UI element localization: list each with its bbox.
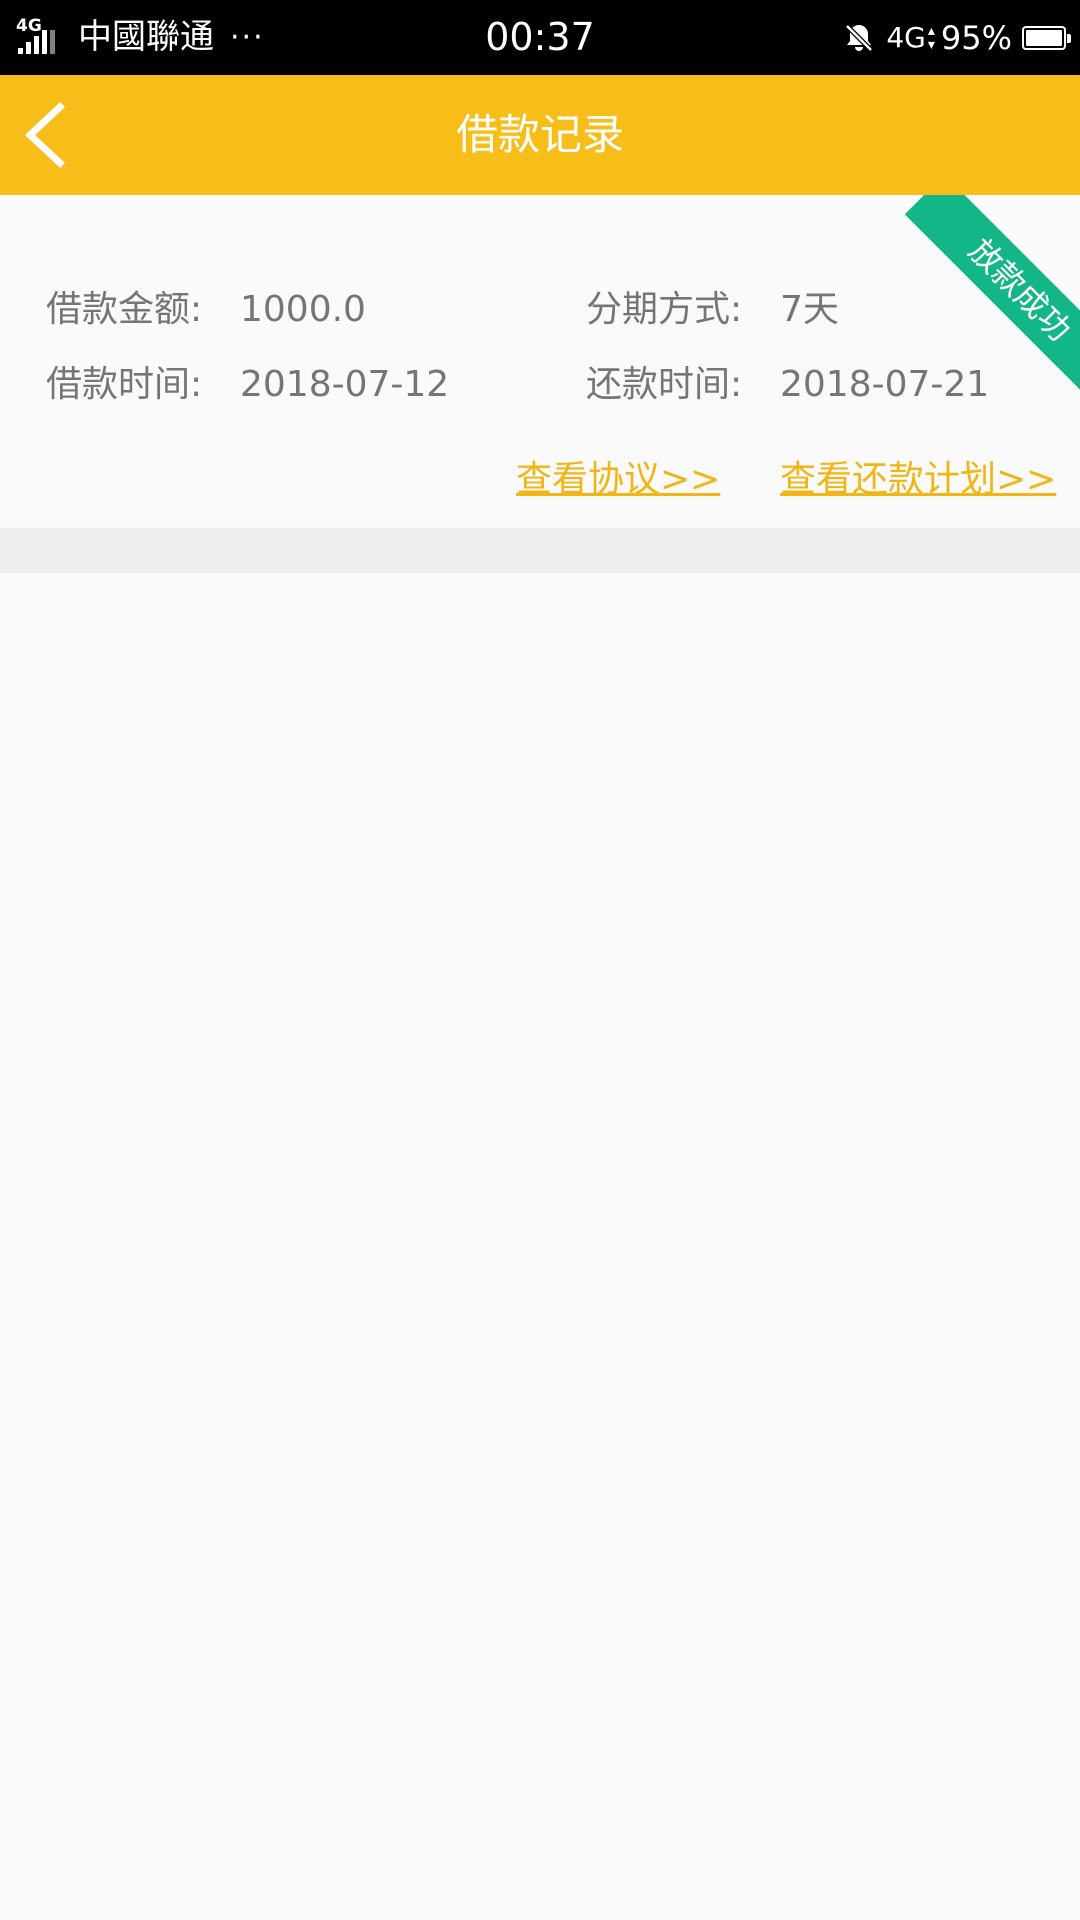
installment-label: 分期方式:	[586, 289, 743, 330]
loan-date-value: 2018-07-12	[240, 364, 450, 405]
battery-percentage: 95%	[940, 18, 1012, 57]
loan-record-card: 放款成功 借款金额: 1000.0 分期方式: 7天 借款时间: 2018-07…	[0, 195, 1080, 528]
network-type: 4G	[886, 21, 926, 54]
battery-icon	[1022, 25, 1071, 50]
repayment-date-label: 还款时间:	[586, 364, 743, 405]
status-bar: 4G 中國聯通 ··· 00:37 4G ▴ ▾ 95%	[0, 0, 1080, 75]
notifications-muted-icon	[845, 23, 874, 52]
repayment-date-value: 2018-07-21	[780, 364, 990, 405]
app-header: 借款记录	[0, 75, 1080, 195]
page-title: 借款记录	[455, 110, 624, 159]
installment-value: 7天	[780, 289, 839, 330]
data-activity-icon: ▴ ▾	[927, 22, 935, 53]
view-repayment-plan-link[interactable]: 查看还款计划>>	[780, 458, 1056, 502]
loan-amount-value: 1000.0	[240, 289, 366, 330]
loan-amount-label: 借款金额:	[46, 289, 203, 330]
status-bar-right: 4G ▴ ▾ 95%	[842, 0, 1071, 75]
view-agreement-link[interactable]: 查看协议>>	[516, 458, 720, 502]
empty-content-area	[0, 573, 1080, 1920]
loan-date-label: 借款时间:	[46, 364, 203, 405]
section-divider	[0, 528, 1080, 573]
